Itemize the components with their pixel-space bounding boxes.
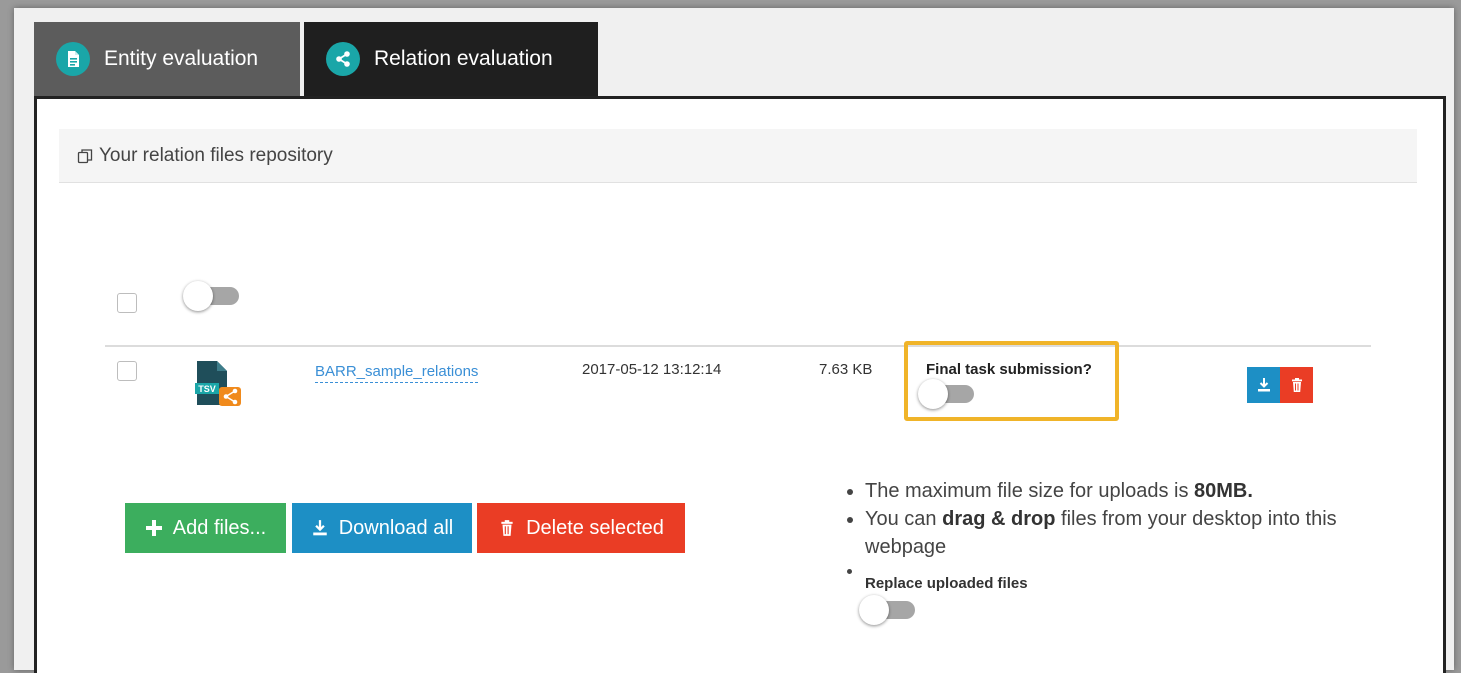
file-row-checkbox[interactable]: [117, 361, 137, 381]
svg-text:TSV: TSV: [198, 384, 216, 394]
replace-bullet: [847, 569, 852, 574]
download-icon: [1257, 378, 1270, 392]
final-submission-highlight: Final task submission?: [904, 341, 1119, 421]
download-all-button[interactable]: Download all: [292, 503, 472, 553]
file-name-link[interactable]: BARR_sample_relations: [315, 363, 479, 383]
share-icon: [326, 42, 360, 76]
max-size-info: The maximum file size for uploads is 80M…: [865, 477, 1365, 505]
file-size: 7.63 KB: [819, 361, 873, 378]
file-delete-button[interactable]: [1280, 367, 1313, 403]
tsv-file-icon: TSV: [195, 361, 241, 406]
max-size-value: 80MB.: [1194, 480, 1253, 502]
tab-entity-label: Entity evaluation: [104, 47, 259, 70]
repository-title: Your relation files repository: [99, 144, 333, 166]
add-files-label: Add files...: [172, 516, 267, 539]
relation-panel: Your relation files repository TSV BARR_…: [34, 96, 1446, 673]
toggle-knob: [918, 379, 948, 409]
final-submission-toggle[interactable]: [918, 379, 976, 409]
select-all-toggle[interactable]: [183, 281, 241, 311]
row-divider: [105, 345, 1371, 347]
upload-info-list: The maximum file size for uploads is 80M…: [845, 477, 1365, 561]
replace-uploaded-toggle[interactable]: [859, 595, 917, 625]
replace-uploaded-label: Replace uploaded files: [865, 575, 1028, 592]
drag-drop-bold: drag & drop: [942, 508, 1056, 530]
plus-icon: [145, 520, 162, 536]
copy-icon: [77, 148, 93, 163]
delete-selected-label: Delete selected: [526, 516, 664, 539]
trash-icon: [501, 520, 513, 536]
delete-selected-button[interactable]: Delete selected: [477, 503, 685, 553]
add-files-button[interactable]: Add files...: [125, 503, 286, 553]
select-all-checkbox[interactable]: [117, 293, 137, 313]
file-download-button[interactable]: [1247, 367, 1280, 403]
repository-header: Your relation files repository: [59, 129, 1417, 183]
file-date: 2017-05-12 13:12:14: [582, 361, 722, 378]
toggle-knob: [183, 281, 213, 311]
drag-drop-info: You can drag & drop files from your desk…: [865, 505, 1365, 561]
final-submission-label: Final task submission?: [926, 361, 1092, 378]
tab-relation-label: Relation evaluation: [374, 47, 553, 70]
download-all-label: Download all: [338, 516, 454, 539]
toggle-knob: [859, 595, 889, 625]
download-icon: [312, 520, 327, 536]
trash-icon: [1291, 378, 1302, 392]
app-frame: Entity evaluation Relation evaluation Yo…: [14, 8, 1454, 673]
tab-relation-evaluation[interactable]: Relation evaluation: [304, 22, 598, 96]
document-icon: [56, 42, 90, 76]
tab-entity-evaluation[interactable]: Entity evaluation: [34, 22, 300, 96]
